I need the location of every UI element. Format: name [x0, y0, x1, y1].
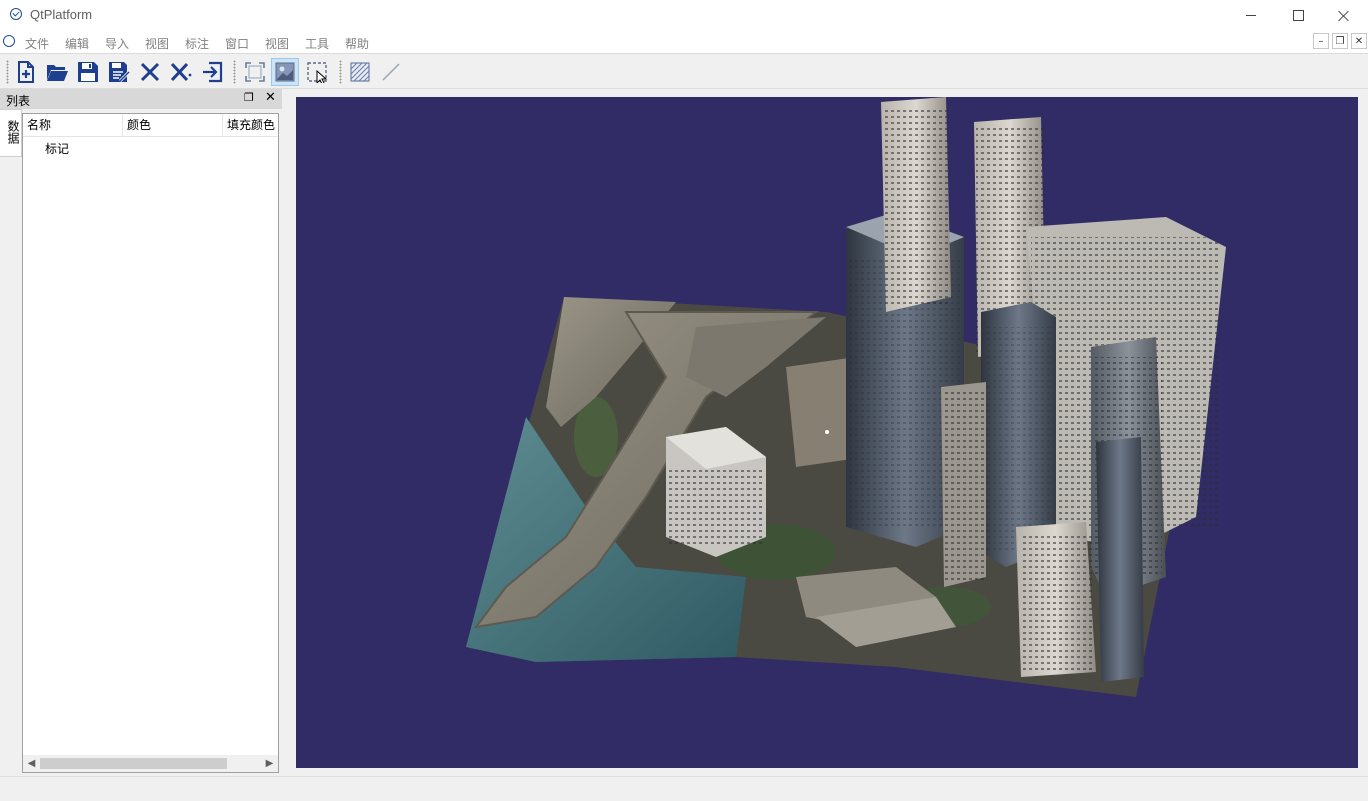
tree-row[interactable]: 标记 — [23, 138, 278, 158]
mdi-close-button[interactable]: ✕ — [1351, 33, 1367, 49]
side-tab-label: 数据 — [6, 120, 20, 144]
rect-select-icon — [307, 62, 328, 83]
close-all-button[interactable] — [167, 58, 195, 86]
save-all-icon — [109, 62, 130, 83]
3d-viewport[interactable] — [296, 97, 1358, 768]
menu-annotate[interactable]: 标注 — [185, 35, 209, 52]
column-header-fill-color[interactable]: 填充颜色 — [223, 114, 278, 136]
close-window-button[interactable] — [1321, 0, 1367, 31]
toolbar-grip[interactable] — [6, 60, 9, 84]
minimize-button[interactable] — [1228, 0, 1274, 31]
mdi-minimize-button[interactable]: – — [1313, 33, 1329, 49]
close-all-x-icon — [170, 62, 192, 82]
scroll-left-icon[interactable]: ◀ — [23, 755, 40, 772]
rect-select-button[interactable] — [303, 58, 331, 86]
close-icon — [1338, 10, 1350, 22]
tree-row-label: 标记 — [45, 142, 70, 156]
menu-edit[interactable]: 编辑 — [65, 35, 89, 52]
maximize-icon — [1292, 10, 1304, 21]
save-button[interactable] — [74, 58, 102, 86]
dock-title-bar[interactable]: 列表 ❐ ✕ — [0, 89, 282, 109]
open-folder-icon — [47, 65, 68, 81]
new-file-button[interactable] — [12, 58, 40, 86]
layer-tree[interactable]: 名称 颜色 填充颜色 标记 ◀ ▶ — [22, 113, 279, 773]
menu-file[interactable]: 文件 — [25, 35, 49, 52]
line-draw-button[interactable] — [377, 58, 405, 86]
mdi-app-icon[interactable] — [3, 35, 15, 47]
tree-header: 名称 颜色 填充颜色 — [23, 114, 278, 137]
menu-window[interactable]: 窗口 — [225, 35, 249, 52]
dock-title: 列表 — [6, 94, 31, 108]
column-header-color[interactable]: 颜色 — [123, 114, 223, 136]
frame-select-icon — [245, 62, 265, 82]
dock-close-icon[interactable]: ✕ — [265, 91, 276, 105]
menu-tools[interactable]: 工具 — [305, 35, 329, 52]
new-file-icon — [18, 61, 34, 83]
menu-view[interactable]: 视图 — [145, 35, 169, 52]
exit-button[interactable] — [198, 58, 226, 86]
menu-view-2[interactable]: 视图 — [265, 35, 289, 52]
menu-help[interactable]: 帮助 — [345, 35, 369, 52]
scroll-right-icon[interactable]: ▶ — [261, 755, 278, 772]
save-all-button[interactable] — [105, 58, 133, 86]
maximize-button[interactable] — [1275, 0, 1321, 31]
dock-float-icon[interactable]: ❐ — [244, 92, 254, 103]
toolbar-grip-2[interactable] — [233, 60, 236, 84]
frame-select-button[interactable] — [241, 58, 269, 86]
menu-import[interactable]: 导入 — [105, 35, 129, 52]
side-tab-data[interactable]: 数据 — [0, 109, 22, 157]
hatch-fill-icon — [350, 62, 370, 82]
list-dock-panel: 列表 ❐ ✕ 数据 名称 颜色 填充颜色 标记 ◀ ▶ — [0, 89, 282, 775]
mdi-restore-icon: ❐ — [1335, 35, 1345, 47]
app-icon — [10, 8, 22, 20]
mdi-close-icon: ✕ — [1354, 35, 1364, 47]
city-model-render — [466, 97, 1226, 697]
mdi-minimize-icon: – — [1318, 35, 1324, 47]
toolbar — [0, 53, 1368, 89]
minimize-icon — [1246, 15, 1256, 16]
image-select-button[interactable] — [271, 58, 299, 86]
save-icon — [78, 62, 98, 82]
open-folder-button[interactable] — [43, 58, 71, 86]
status-bar — [0, 776, 1368, 801]
horizontal-scrollbar[interactable]: ◀ ▶ — [23, 755, 278, 772]
column-header-name[interactable]: 名称 — [23, 114, 123, 136]
menu-bar: 文件 编辑 导入 视图 标注 窗口 视图 工具 帮助 — [0, 31, 1368, 53]
hatch-fill-button[interactable] — [346, 58, 374, 86]
line-draw-icon — [382, 63, 400, 81]
image-select-icon — [275, 62, 295, 82]
mdi-restore-button[interactable]: ❐ — [1332, 33, 1348, 49]
title-bar: QtPlatform — [0, 0, 1368, 31]
window-title: QtPlatform — [30, 7, 93, 22]
close-button[interactable] — [136, 58, 164, 86]
exit-icon — [203, 61, 223, 83]
close-x-icon — [140, 62, 160, 82]
toolbar-grip-3[interactable] — [339, 60, 342, 84]
scroll-thumb[interactable] — [40, 758, 227, 769]
